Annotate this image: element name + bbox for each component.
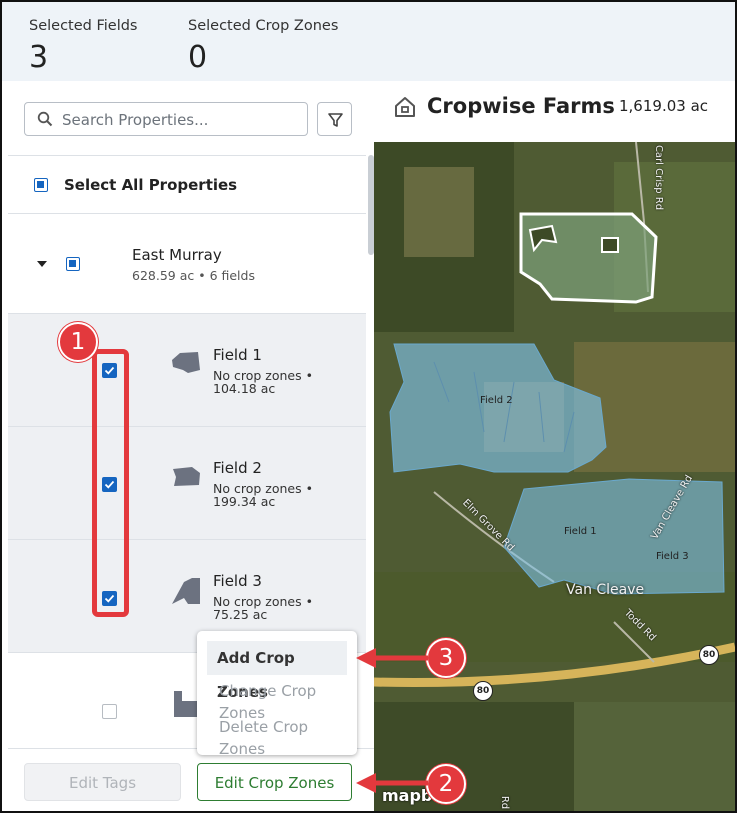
field-name: Field 3 bbox=[213, 572, 262, 590]
selected-crop-zones-value: 0 bbox=[188, 40, 208, 75]
field-acres: 104.18 ac bbox=[213, 381, 276, 396]
field-name: Field 2 bbox=[213, 459, 262, 477]
filter-icon bbox=[328, 113, 343, 127]
selected-fields-label: Selected Fields bbox=[29, 18, 138, 34]
select-all-checkbox[interactable] bbox=[34, 178, 48, 192]
map-label-road-carl: Carl Crisp Rd bbox=[653, 144, 665, 211]
crop-zones-menu: Add Crop Zones Change Crop Zones Delete … bbox=[197, 631, 357, 755]
callout-arrows bbox=[356, 648, 428, 793]
highlight-box bbox=[92, 349, 129, 617]
callout-2: 2 bbox=[426, 764, 466, 804]
field-row[interactable]: Field 2 No crop zones • 199.34 ac bbox=[8, 427, 366, 540]
select-all-label: Select All Properties bbox=[64, 176, 238, 194]
highway-shield: 80 bbox=[699, 645, 719, 665]
farm-meta: 628.59 ac • 6 fields bbox=[132, 268, 255, 283]
selected-fields-stat: Selected Fields 3 bbox=[29, 18, 138, 75]
field-acres: 199.34 ac bbox=[213, 494, 276, 509]
field-acres: 75.25 ac bbox=[213, 607, 268, 622]
highway-shield: 80 bbox=[473, 681, 493, 701]
field-shape-icon bbox=[172, 352, 200, 373]
map-label-field1: Field 1 bbox=[564, 526, 597, 537]
home-icon bbox=[395, 97, 415, 117]
farm-row[interactable]: East Murray 628.59 ac • 6 fields bbox=[8, 214, 366, 314]
search-input[interactable]: Search Properties... bbox=[24, 102, 308, 136]
callout-3: 3 bbox=[426, 638, 466, 678]
map-label-field2: Field 2 bbox=[480, 395, 513, 406]
menu-delete-crop-zones[interactable]: Delete Crop Zones bbox=[219, 716, 339, 755]
map-label-field3: Field 3 bbox=[656, 551, 689, 562]
selected-fields-value: 3 bbox=[29, 40, 49, 75]
edit-tags-button[interactable]: Edit Tags bbox=[24, 763, 181, 801]
org-acres: 1,619.03 ac bbox=[619, 97, 709, 115]
selected-crop-zones-label: Selected Crop Zones bbox=[188, 18, 339, 34]
filter-button[interactable] bbox=[317, 102, 352, 136]
map-label-road-r: Rd bbox=[499, 795, 511, 810]
field-name: Field 1 bbox=[213, 346, 262, 364]
field-shape-icon bbox=[172, 578, 200, 604]
menu-add-crop-zones[interactable]: Add Crop Zones bbox=[207, 641, 347, 701]
select-all-row[interactable]: Select All Properties bbox=[8, 156, 366, 214]
farm-checkbox[interactable] bbox=[66, 257, 80, 271]
search-placeholder: Search Properties... bbox=[62, 111, 209, 129]
callout-1: 1 bbox=[58, 322, 98, 362]
selected-crop-zones-stat: Selected Crop Zones 0 bbox=[188, 18, 338, 75]
edit-crop-zones-button[interactable]: Edit Crop Zones bbox=[197, 763, 352, 801]
search-icon bbox=[37, 111, 53, 127]
map-label-town: Van Cleave bbox=[566, 582, 645, 598]
farm-name: East Murray bbox=[132, 246, 222, 264]
org-name: Cropwise Farms bbox=[427, 94, 615, 118]
selection-summary: Selected Fields 3 Selected Crop Zones 0 bbox=[2, 2, 735, 81]
caret-down-icon[interactable] bbox=[36, 260, 48, 268]
field-shape-icon bbox=[173, 467, 200, 486]
field-checkbox[interactable] bbox=[102, 704, 117, 719]
